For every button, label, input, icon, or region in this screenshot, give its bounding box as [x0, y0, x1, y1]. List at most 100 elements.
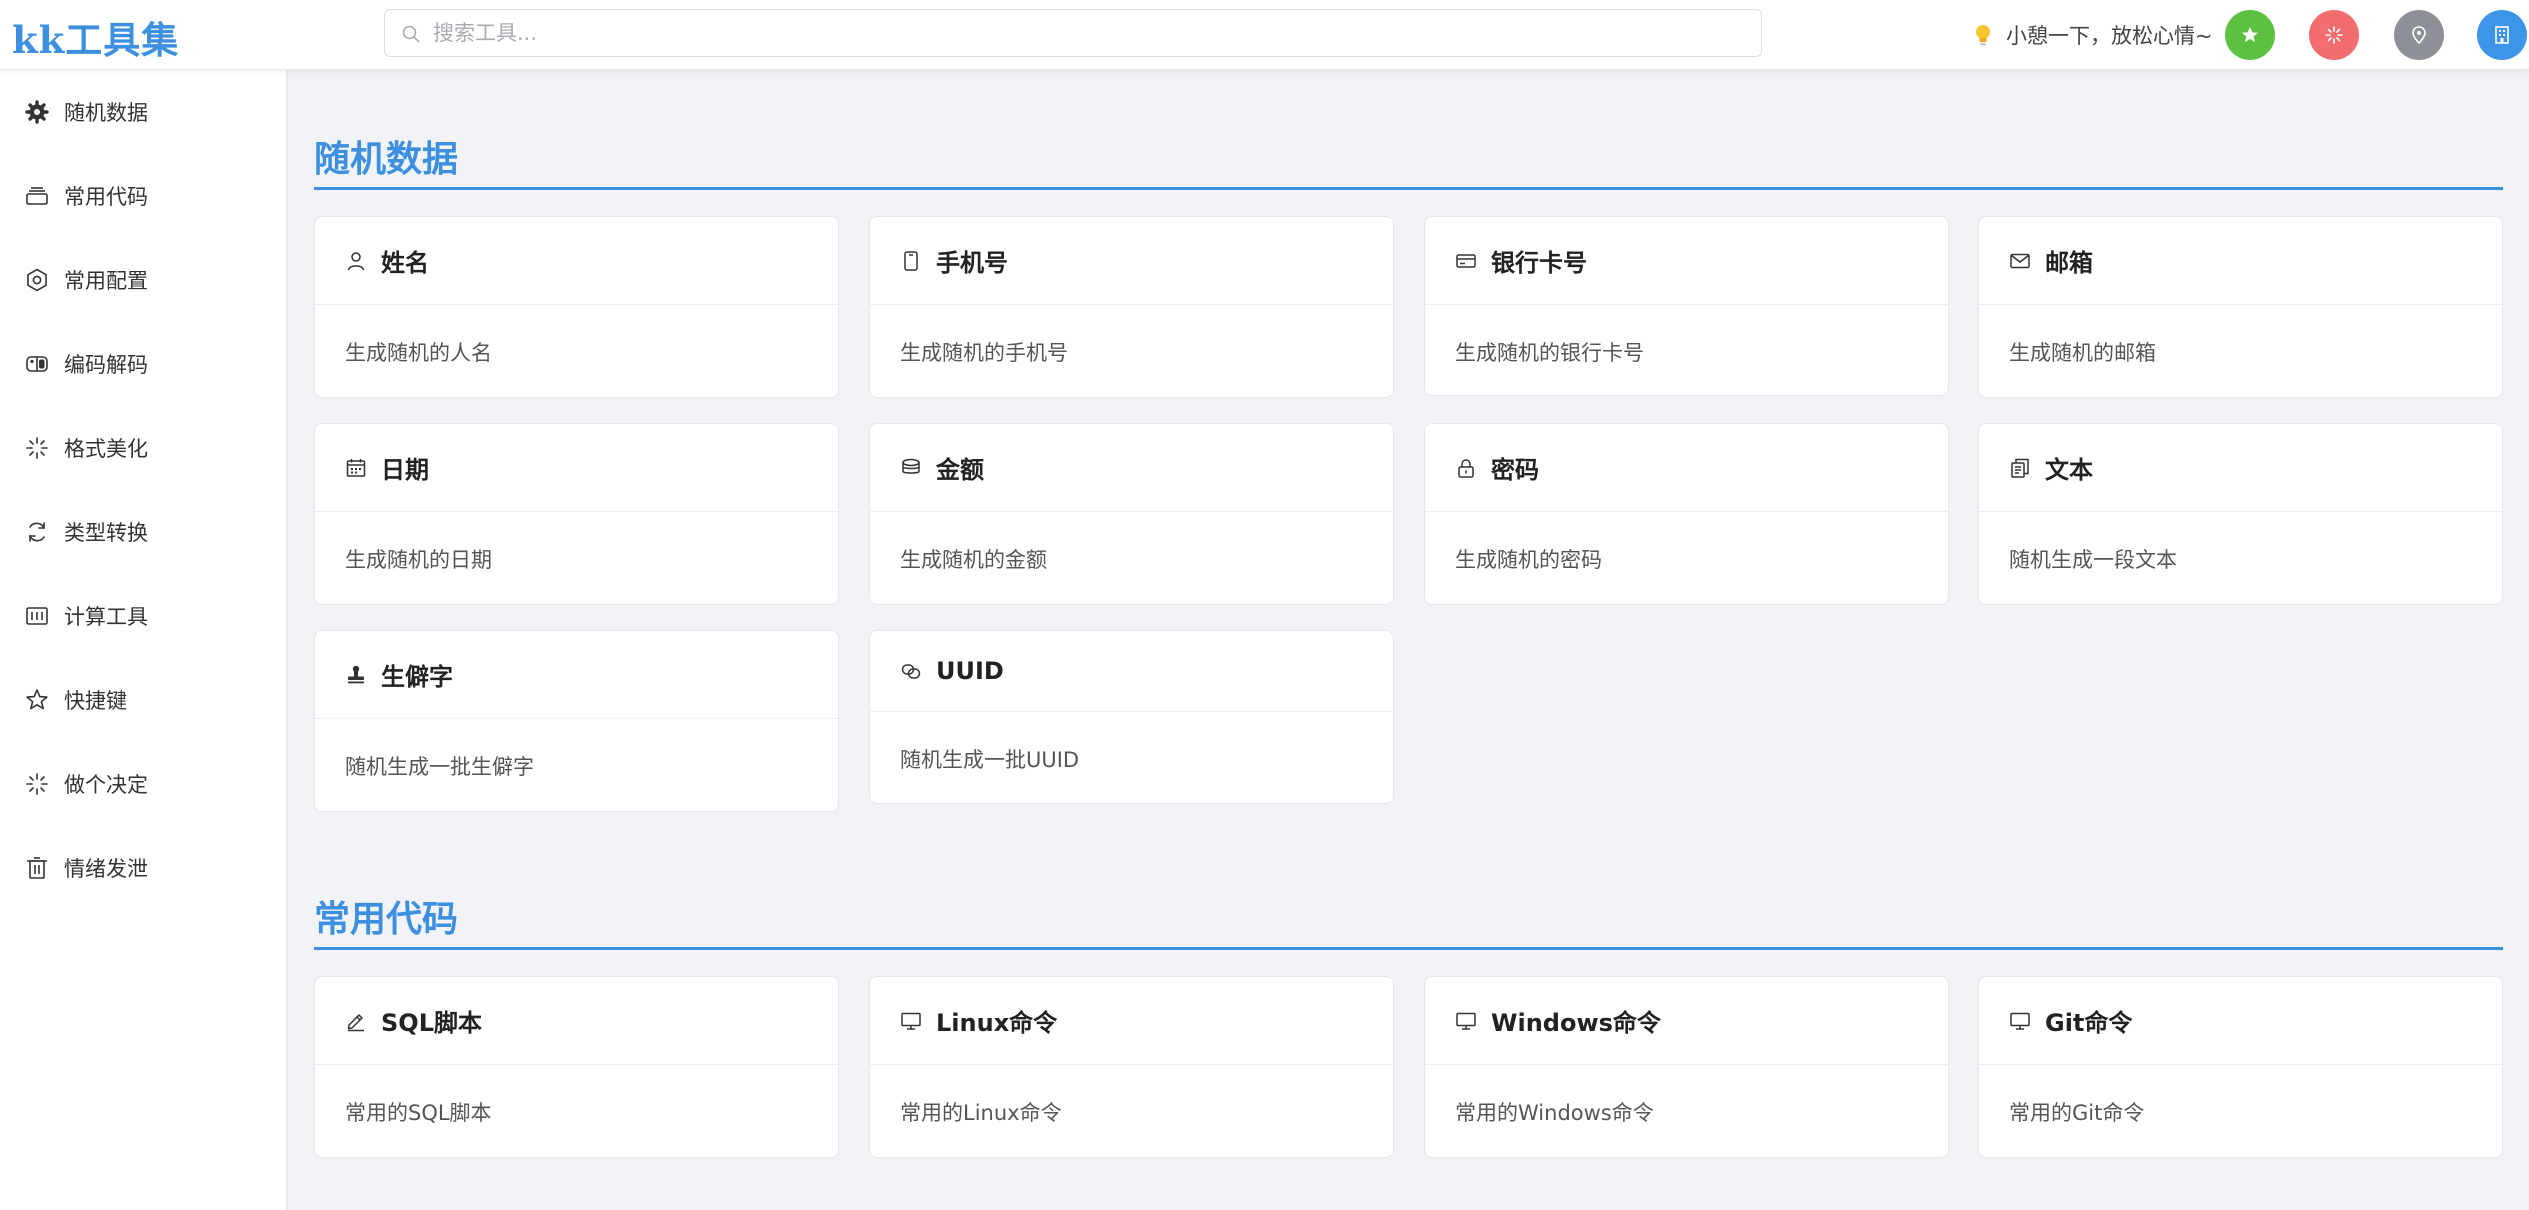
card-header: 日期 — [315, 424, 838, 512]
card-title: 日期 — [381, 456, 429, 484]
section-divider — [314, 187, 2503, 190]
card-header: UUID — [870, 631, 1393, 712]
user-icon — [347, 251, 365, 270]
favorites-button[interactable] — [2225, 10, 2275, 60]
card-description: 生成随机的人名 — [345, 341, 492, 365]
card-title: Linux命令 — [936, 1009, 1058, 1037]
sidebar-item-label: 类型转换 — [64, 521, 148, 545]
link-icon — [901, 664, 921, 679]
sparkle-button[interactable] — [2309, 10, 2359, 60]
settings-icon — [27, 268, 47, 292]
card-rare-chars[interactable]: 生僻字 随机生成一批生僻字 — [314, 630, 839, 812]
sidebar-item-encode-decode[interactable]: 编码解码 — [0, 334, 286, 394]
card-title: SQL脚本 — [381, 1009, 482, 1037]
section-title-random-data: 随机数据 — [314, 139, 459, 180]
sidebar-item-format-beautify[interactable]: 格式美化 — [0, 418, 286, 478]
card-description: 生成随机的邮箱 — [2009, 341, 2156, 365]
sidebar-item-label: 计算工具 — [64, 605, 148, 629]
sidebar: 随机数据 常用代码 常用配置 编码解码 格式美化 类型转换 计算工具 快捷键 做… — [0, 70, 288, 1210]
coins-icon — [902, 458, 920, 474]
card-title: 手机号 — [936, 249, 1008, 277]
edit-pen-icon — [347, 1013, 364, 1031]
card-password[interactable]: 密码 生成随机的密码 — [1424, 423, 1949, 605]
card-uuid[interactable]: UUID 随机生成一批UUID — [869, 630, 1394, 804]
sidebar-item-label: 做个决定 — [64, 773, 148, 797]
card-text[interactable]: 文本 随机生成一段文本 — [1978, 423, 2503, 605]
card-header: 密码 — [1425, 424, 1948, 512]
sidebar-item-vent[interactable]: 情绪发泄 — [0, 838, 286, 898]
sidebar-item-label: 格式美化 — [64, 437, 148, 461]
card-description: 生成随机的银行卡号 — [1455, 341, 1644, 365]
sidebar-item-label: 常用代码 — [64, 185, 148, 209]
calendar-icon — [346, 458, 366, 477]
star-icon — [2242, 27, 2258, 42]
phone-icon — [904, 250, 918, 271]
card-title: 邮箱 — [2045, 249, 2093, 277]
search-input[interactable] — [433, 10, 1743, 56]
card-header: Git命令 — [1979, 977, 2502, 1065]
card-description: 生成随机的金额 — [900, 548, 1047, 572]
card-description: 常用的Linux命令 — [900, 1101, 1062, 1125]
sidebar-item-common-code[interactable]: 常用代码 — [0, 166, 286, 226]
card-windows-commands[interactable]: Windows命令 常用的Windows命令 — [1424, 976, 1949, 1158]
card-linux-commands[interactable]: Linux命令 常用的Linux命令 — [869, 976, 1394, 1158]
card-description: 常用的Git命令 — [2009, 1101, 2145, 1125]
card-title: Git命令 — [2045, 1009, 2133, 1037]
card-description: 随机生成一段文本 — [2009, 548, 2177, 572]
card-amount[interactable]: 金额 生成随机的金额 — [869, 423, 1394, 605]
card-email[interactable]: 邮箱 生成随机的邮箱 — [1978, 216, 2503, 398]
card-date[interactable]: 日期 生成随机的日期 — [314, 423, 839, 605]
card-header: 银行卡号 — [1425, 217, 1948, 305]
loading-icon — [26, 437, 48, 459]
app-logo[interactable]: kk工具集 — [12, 10, 179, 64]
card-title: Windows命令 — [1491, 1009, 1661, 1037]
stamp-icon — [348, 665, 364, 683]
sidebar-item-label: 快捷键 — [64, 689, 127, 713]
sidebar-item-label: 常用配置 — [64, 269, 148, 293]
card-phone[interactable]: 手机号 生成随机的手机号 — [869, 216, 1394, 398]
card-title: 生僻字 — [381, 663, 453, 691]
office-button[interactable] — [2477, 10, 2527, 60]
building-icon — [2495, 26, 2509, 44]
monitor-icon — [1456, 1012, 1476, 1030]
card-header: SQL脚本 — [315, 977, 838, 1065]
sidebar-item-common-config[interactable]: 常用配置 — [0, 250, 286, 310]
monitor-icon — [901, 1012, 921, 1030]
trash-icon — [27, 857, 47, 879]
relax-tip[interactable]: 小憩一下，放松心情~ — [1972, 20, 2213, 50]
card-header: 生僻字 — [315, 631, 838, 719]
sidebar-item-shortcuts[interactable]: 快捷键 — [0, 670, 286, 730]
sidebar-item-calc-tools[interactable]: 计算工具 — [0, 586, 286, 646]
loading-icon — [26, 773, 48, 795]
card-description: 随机生成一批生僻字 — [345, 755, 534, 779]
card-description: 随机生成一批UUID — [900, 748, 1080, 772]
card-description: 常用的SQL脚本 — [345, 1101, 492, 1125]
switch-icon — [26, 356, 48, 372]
search-box[interactable] — [384, 9, 1762, 57]
star-outline-icon — [26, 689, 48, 710]
sidebar-item-type-convert[interactable]: 类型转换 — [0, 502, 286, 562]
lightbulb-icon — [1976, 25, 1990, 46]
card-description: 生成随机的手机号 — [900, 341, 1068, 365]
card-bank-card[interactable]: 银行卡号 生成随机的银行卡号 — [1424, 216, 1949, 396]
search-icon — [402, 25, 420, 43]
lock-icon — [1458, 458, 1474, 478]
card-git-commands[interactable]: Git命令 常用的Git命令 — [1978, 976, 2503, 1158]
card-title: 银行卡号 — [1491, 249, 1587, 277]
sidebar-item-label: 编码解码 — [64, 353, 148, 377]
sidebar-item-random-data[interactable]: 随机数据 — [0, 82, 286, 142]
card-header: Windows命令 — [1425, 977, 1948, 1065]
card-title: 金额 — [936, 456, 984, 484]
card-header: 手机号 — [870, 217, 1393, 305]
mail-icon — [2010, 253, 2030, 268]
card-title: UUID — [936, 657, 1004, 685]
monitor-icon — [2010, 1012, 2030, 1030]
location-button[interactable] — [2394, 10, 2444, 60]
card-description: 生成随机的密码 — [1455, 548, 1602, 572]
sidebar-item-label: 随机数据 — [64, 101, 148, 125]
card-description: 常用的Windows命令 — [1455, 1101, 1654, 1125]
top-header: kk工具集 小憩一下，放松心情~ — [0, 0, 2529, 70]
card-name[interactable]: 姓名 生成随机的人名 — [314, 216, 839, 398]
card-sql-scripts[interactable]: SQL脚本 常用的SQL脚本 — [314, 976, 839, 1158]
sidebar-item-decide[interactable]: 做个决定 — [0, 754, 286, 814]
